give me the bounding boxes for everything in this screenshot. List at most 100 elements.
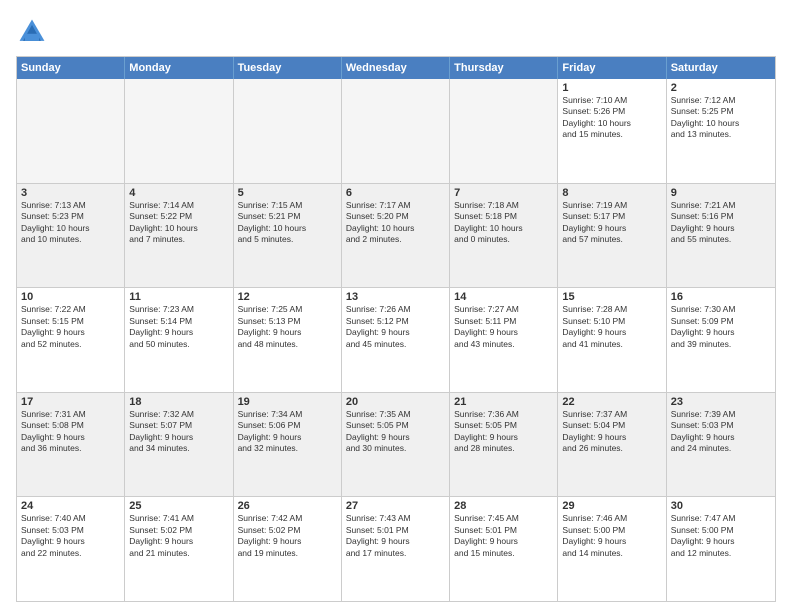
weekday-header-thursday: Thursday (450, 57, 558, 79)
day-cell-30: 30Sunrise: 7:47 AM Sunset: 5:00 PM Dayli… (667, 497, 775, 601)
day-cell-6: 6Sunrise: 7:17 AM Sunset: 5:20 PM Daylig… (342, 184, 450, 288)
weekday-header-monday: Monday (125, 57, 233, 79)
calendar-row-2: 3Sunrise: 7:13 AM Sunset: 5:23 PM Daylig… (17, 183, 775, 288)
day-cell-15: 15Sunrise: 7:28 AM Sunset: 5:10 PM Dayli… (558, 288, 666, 392)
day-number: 24 (21, 500, 120, 512)
calendar-header: SundayMondayTuesdayWednesdayThursdayFrid… (17, 57, 775, 79)
day-cell-14: 14Sunrise: 7:27 AM Sunset: 5:11 PM Dayli… (450, 288, 558, 392)
day-info: Sunrise: 7:45 AM Sunset: 5:01 PM Dayligh… (454, 513, 553, 559)
weekday-header-tuesday: Tuesday (234, 57, 342, 79)
day-cell-28: 28Sunrise: 7:45 AM Sunset: 5:01 PM Dayli… (450, 497, 558, 601)
day-cell-17: 17Sunrise: 7:31 AM Sunset: 5:08 PM Dayli… (17, 393, 125, 497)
day-info: Sunrise: 7:25 AM Sunset: 5:13 PM Dayligh… (238, 304, 337, 350)
day-number: 16 (671, 291, 771, 303)
day-info: Sunrise: 7:13 AM Sunset: 5:23 PM Dayligh… (21, 200, 120, 246)
day-number: 6 (346, 187, 445, 199)
day-number: 20 (346, 396, 445, 408)
day-number: 15 (562, 291, 661, 303)
day-info: Sunrise: 7:35 AM Sunset: 5:05 PM Dayligh… (346, 409, 445, 455)
logo-icon (16, 16, 48, 48)
day-info: Sunrise: 7:30 AM Sunset: 5:09 PM Dayligh… (671, 304, 771, 350)
logo (16, 16, 52, 48)
day-cell-5: 5Sunrise: 7:15 AM Sunset: 5:21 PM Daylig… (234, 184, 342, 288)
day-info: Sunrise: 7:28 AM Sunset: 5:10 PM Dayligh… (562, 304, 661, 350)
day-info: Sunrise: 7:46 AM Sunset: 5:00 PM Dayligh… (562, 513, 661, 559)
day-cell-2: 2Sunrise: 7:12 AM Sunset: 5:25 PM Daylig… (667, 79, 775, 183)
day-info: Sunrise: 7:47 AM Sunset: 5:00 PM Dayligh… (671, 513, 771, 559)
day-number: 13 (346, 291, 445, 303)
day-number: 27 (346, 500, 445, 512)
empty-cell (234, 79, 342, 183)
day-cell-12: 12Sunrise: 7:25 AM Sunset: 5:13 PM Dayli… (234, 288, 342, 392)
day-cell-7: 7Sunrise: 7:18 AM Sunset: 5:18 PM Daylig… (450, 184, 558, 288)
day-number: 5 (238, 187, 337, 199)
day-info: Sunrise: 7:12 AM Sunset: 5:25 PM Dayligh… (671, 95, 771, 141)
day-info: Sunrise: 7:14 AM Sunset: 5:22 PM Dayligh… (129, 200, 228, 246)
day-number: 11 (129, 291, 228, 303)
day-info: Sunrise: 7:43 AM Sunset: 5:01 PM Dayligh… (346, 513, 445, 559)
page: SundayMondayTuesdayWednesdayThursdayFrid… (0, 0, 792, 612)
day-cell-3: 3Sunrise: 7:13 AM Sunset: 5:23 PM Daylig… (17, 184, 125, 288)
day-number: 14 (454, 291, 553, 303)
empty-cell (125, 79, 233, 183)
day-cell-9: 9Sunrise: 7:21 AM Sunset: 5:16 PM Daylig… (667, 184, 775, 288)
weekday-header-wednesday: Wednesday (342, 57, 450, 79)
day-number: 10 (21, 291, 120, 303)
day-number: 1 (562, 82, 661, 94)
day-number: 18 (129, 396, 228, 408)
weekday-header-saturday: Saturday (667, 57, 775, 79)
day-info: Sunrise: 7:31 AM Sunset: 5:08 PM Dayligh… (21, 409, 120, 455)
day-cell-25: 25Sunrise: 7:41 AM Sunset: 5:02 PM Dayli… (125, 497, 233, 601)
calendar-row-3: 10Sunrise: 7:22 AM Sunset: 5:15 PM Dayli… (17, 287, 775, 392)
weekday-header-friday: Friday (558, 57, 666, 79)
day-cell-4: 4Sunrise: 7:14 AM Sunset: 5:22 PM Daylig… (125, 184, 233, 288)
day-number: 12 (238, 291, 337, 303)
day-cell-8: 8Sunrise: 7:19 AM Sunset: 5:17 PM Daylig… (558, 184, 666, 288)
day-number: 17 (21, 396, 120, 408)
day-cell-24: 24Sunrise: 7:40 AM Sunset: 5:03 PM Dayli… (17, 497, 125, 601)
calendar-row-4: 17Sunrise: 7:31 AM Sunset: 5:08 PM Dayli… (17, 392, 775, 497)
day-info: Sunrise: 7:10 AM Sunset: 5:26 PM Dayligh… (562, 95, 661, 141)
day-number: 25 (129, 500, 228, 512)
day-cell-1: 1Sunrise: 7:10 AM Sunset: 5:26 PM Daylig… (558, 79, 666, 183)
day-info: Sunrise: 7:26 AM Sunset: 5:12 PM Dayligh… (346, 304, 445, 350)
day-number: 22 (562, 396, 661, 408)
day-cell-10: 10Sunrise: 7:22 AM Sunset: 5:15 PM Dayli… (17, 288, 125, 392)
day-info: Sunrise: 7:39 AM Sunset: 5:03 PM Dayligh… (671, 409, 771, 455)
day-cell-27: 27Sunrise: 7:43 AM Sunset: 5:01 PM Dayli… (342, 497, 450, 601)
day-info: Sunrise: 7:34 AM Sunset: 5:06 PM Dayligh… (238, 409, 337, 455)
day-info: Sunrise: 7:18 AM Sunset: 5:18 PM Dayligh… (454, 200, 553, 246)
calendar-row-1: 1Sunrise: 7:10 AM Sunset: 5:26 PM Daylig… (17, 79, 775, 183)
day-info: Sunrise: 7:37 AM Sunset: 5:04 PM Dayligh… (562, 409, 661, 455)
day-number: 7 (454, 187, 553, 199)
day-number: 30 (671, 500, 771, 512)
day-cell-18: 18Sunrise: 7:32 AM Sunset: 5:07 PM Dayli… (125, 393, 233, 497)
day-number: 8 (562, 187, 661, 199)
day-cell-13: 13Sunrise: 7:26 AM Sunset: 5:12 PM Dayli… (342, 288, 450, 392)
day-info: Sunrise: 7:21 AM Sunset: 5:16 PM Dayligh… (671, 200, 771, 246)
day-info: Sunrise: 7:17 AM Sunset: 5:20 PM Dayligh… (346, 200, 445, 246)
day-cell-26: 26Sunrise: 7:42 AM Sunset: 5:02 PM Dayli… (234, 497, 342, 601)
day-cell-22: 22Sunrise: 7:37 AM Sunset: 5:04 PM Dayli… (558, 393, 666, 497)
weekday-header-sunday: Sunday (17, 57, 125, 79)
day-number: 9 (671, 187, 771, 199)
day-cell-21: 21Sunrise: 7:36 AM Sunset: 5:05 PM Dayli… (450, 393, 558, 497)
day-info: Sunrise: 7:19 AM Sunset: 5:17 PM Dayligh… (562, 200, 661, 246)
calendar-row-5: 24Sunrise: 7:40 AM Sunset: 5:03 PM Dayli… (17, 496, 775, 601)
calendar: SundayMondayTuesdayWednesdayThursdayFrid… (16, 56, 776, 602)
day-info: Sunrise: 7:23 AM Sunset: 5:14 PM Dayligh… (129, 304, 228, 350)
day-cell-19: 19Sunrise: 7:34 AM Sunset: 5:06 PM Dayli… (234, 393, 342, 497)
day-cell-11: 11Sunrise: 7:23 AM Sunset: 5:14 PM Dayli… (125, 288, 233, 392)
empty-cell (450, 79, 558, 183)
day-info: Sunrise: 7:42 AM Sunset: 5:02 PM Dayligh… (238, 513, 337, 559)
day-info: Sunrise: 7:36 AM Sunset: 5:05 PM Dayligh… (454, 409, 553, 455)
day-number: 19 (238, 396, 337, 408)
empty-cell (342, 79, 450, 183)
day-number: 29 (562, 500, 661, 512)
calendar-body: 1Sunrise: 7:10 AM Sunset: 5:26 PM Daylig… (17, 79, 775, 601)
day-info: Sunrise: 7:41 AM Sunset: 5:02 PM Dayligh… (129, 513, 228, 559)
day-number: 23 (671, 396, 771, 408)
day-number: 28 (454, 500, 553, 512)
day-info: Sunrise: 7:27 AM Sunset: 5:11 PM Dayligh… (454, 304, 553, 350)
day-cell-29: 29Sunrise: 7:46 AM Sunset: 5:00 PM Dayli… (558, 497, 666, 601)
